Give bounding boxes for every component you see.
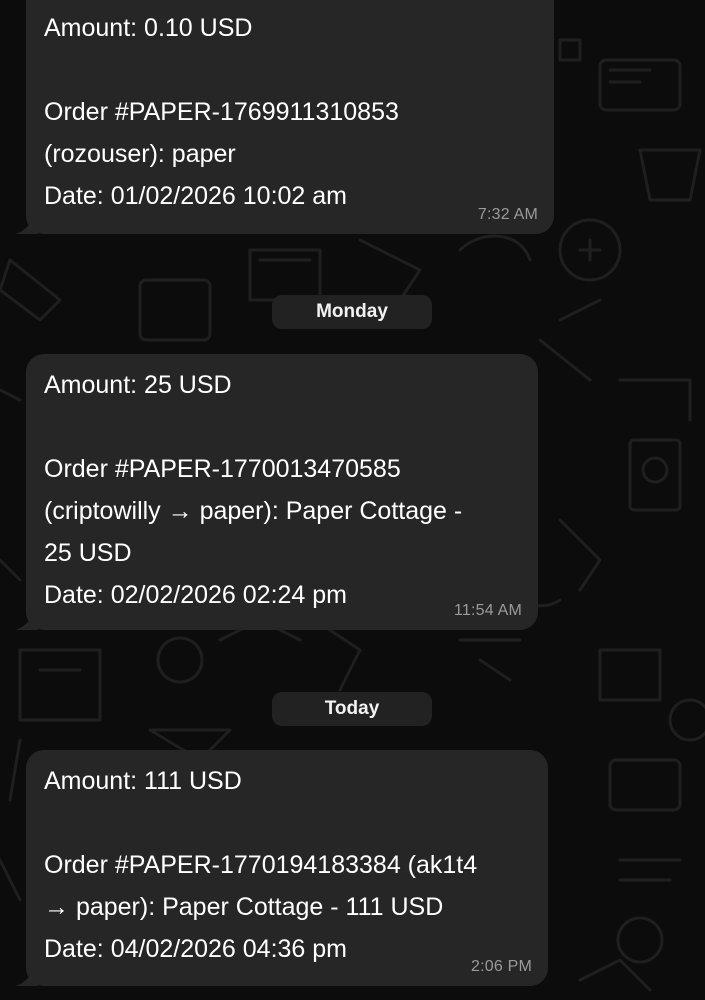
message-timestamp: 7:32 AM (477, 206, 538, 223)
message-date: Date: 02/02/2026 02:24 pm (44, 581, 348, 609)
message-amount: Amount: 111 USD (44, 767, 242, 795)
message-order-line: → paper): Paper Cottage - 111 USD (44, 893, 444, 921)
message-bubble[interactable]: Amount: 25 USD Order #PAPER-177001347058… (16, 354, 538, 630)
bubble-tail (16, 610, 38, 630)
message-order-line: (rozouser): paper (44, 140, 236, 168)
message-date: Date: 01/02/2026 10:02 am (44, 182, 348, 210)
message-amount: Amount: 0.10 USD (44, 14, 253, 42)
bubble-tail (16, 214, 38, 234)
message-order-line: Order #PAPER-1770194183384 (ak1t4 (44, 851, 478, 879)
bubble-tail (16, 966, 38, 986)
message-amount: Amount: 25 USD (44, 371, 232, 399)
message-order-line: Order #PAPER-1770013470585 (44, 455, 401, 483)
message-order-line: Order #PAPER-1769911310853 (44, 98, 399, 126)
date-divider-today: Today (272, 692, 432, 726)
message-order-line: 25 USD (44, 539, 132, 567)
message-timestamp: 2:06 PM (471, 958, 532, 975)
chat-view[interactable]: Amount: 0.10 USD Order #PAPER-1769911310… (0, 0, 705, 1000)
message-date: Date: 04/02/2026 04:36 pm (44, 935, 348, 963)
message-timestamp: 11:54 AM (453, 602, 522, 619)
date-divider-monday: Monday (272, 295, 432, 329)
message-bubble[interactable]: Amount: 0.10 USD Order #PAPER-1769911310… (16, 0, 554, 234)
message-bubble[interactable]: Amount: 111 USD Order #PAPER-17701941833… (16, 750, 548, 986)
message-order-line: (criptowilly → paper): Paper Cottage - (44, 497, 463, 525)
